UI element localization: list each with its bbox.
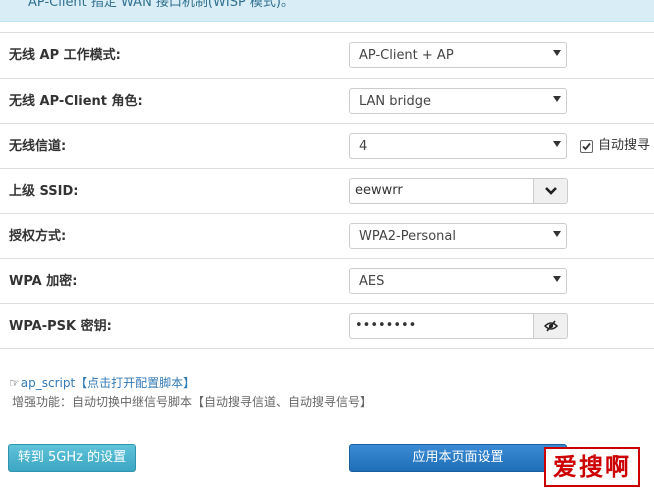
auto-search-label: 自动搜寻 — [598, 138, 651, 153]
wpa-encryption-label: WPA 加密: — [9, 274, 78, 289]
client-role-select[interactable]: LAN bridge — [349, 88, 567, 114]
channel-select[interactable]: 4 — [349, 133, 567, 159]
chevron-down-icon — [553, 141, 561, 147]
ssid-value: eewwrr — [355, 183, 403, 198]
ap-script-link[interactable]: ☞ap_script【点击打开配置脚本】 — [9, 374, 195, 391]
auth-mode-value: WPA2-Personal — [359, 229, 456, 244]
auth-mode-label: 授权方式: — [9, 229, 67, 244]
row-channel: 无线信道: 4 自动搜寻 — [0, 123, 654, 169]
ssid-label: 上级 SSID: — [9, 184, 79, 199]
info-banner-text: AP-Client 指定 WAN 接口机制(WISP 模式)。 — [28, 0, 294, 10]
ssid-dropdown-button[interactable] — [533, 178, 568, 204]
wpa-psk-input[interactable]: •••••••• — [349, 313, 533, 339]
ap-script-link-text: ap_script【点击打开配置脚本】 — [20, 376, 196, 390]
row-client-role: 无线 AP-Client 角色: LAN bridge — [0, 78, 654, 124]
info-banner: AP-Client 指定 WAN 接口机制(WISP 模式)。 — [0, 0, 654, 22]
eye-slash-icon — [544, 320, 558, 332]
client-role-value: LAN bridge — [359, 94, 432, 109]
wpa-psk-label: WPA-PSK 密钥: — [9, 319, 112, 334]
check-icon — [582, 142, 591, 151]
toggle-password-button[interactable] — [533, 313, 568, 339]
channel-label: 无线信道: — [9, 139, 67, 154]
chevron-down-icon — [553, 231, 561, 237]
chevron-down-icon — [553, 50, 561, 56]
pointing-hand-icon: ☞ — [9, 376, 20, 390]
channel-value: 4 — [359, 139, 368, 154]
ap-mode-value: AP-Client + AP — [359, 48, 454, 63]
ssid-input-group: eewwrr — [349, 178, 568, 204]
chevron-down-icon — [545, 187, 557, 195]
ap-mode-select[interactable]: AP-Client + AP — [349, 42, 567, 68]
apply-settings-button[interactable]: 应用本页面设置 — [349, 444, 567, 472]
enhance-description: 增强功能：自动切换中继信号脚本【自动搜寻信道、自动搜寻信号】 — [12, 395, 373, 409]
row-ap-mode: 无线 AP 工作模式: AP-Client + AP — [0, 32, 654, 78]
ssid-input[interactable]: eewwrr — [349, 178, 533, 204]
wpa-encryption-value: AES — [359, 274, 385, 289]
row-auth-mode: 授权方式: WPA2-Personal — [0, 213, 654, 259]
auth-mode-select[interactable]: WPA2-Personal — [349, 223, 567, 249]
client-role-label: 无线 AP-Client 角色: — [9, 94, 143, 109]
watermark-stamp: 爱搜啊 — [544, 447, 640, 487]
ap-mode-label: 无线 AP 工作模式: — [9, 48, 121, 63]
wpa-psk-value: •••••••• — [355, 318, 417, 333]
row-wpa-encryption: WPA 加密: AES — [0, 258, 654, 304]
switch-5ghz-button[interactable]: 转到 5GHz 的设置 — [8, 444, 136, 472]
auto-search-checkbox[interactable] — [580, 140, 593, 153]
chevron-down-icon — [553, 96, 561, 102]
row-ssid: 上级 SSID: eewwrr — [0, 168, 654, 214]
row-wpa-psk: WPA-PSK 密钥: •••••••• — [0, 303, 654, 349]
divider — [0, 348, 654, 349]
wpa-encryption-select[interactable]: AES — [349, 268, 567, 294]
wpa-psk-input-group: •••••••• — [349, 313, 568, 339]
chevron-down-icon — [553, 276, 561, 282]
